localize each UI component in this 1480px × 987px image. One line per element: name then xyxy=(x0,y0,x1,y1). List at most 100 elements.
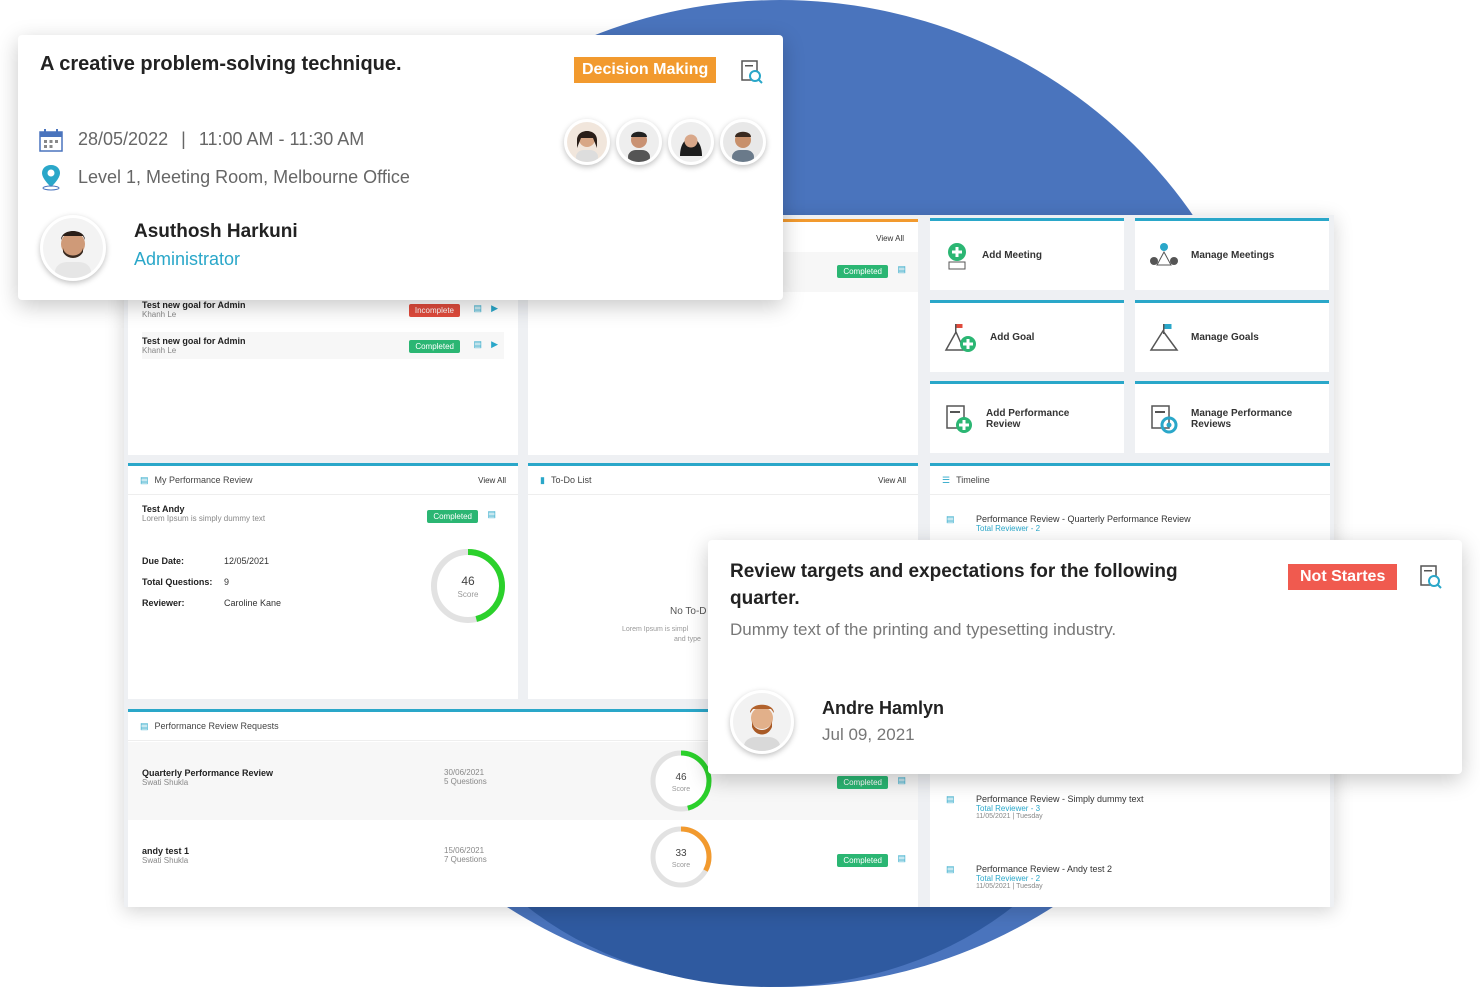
timeline-date: 11/05/2021 | Tuesday xyxy=(976,813,1043,820)
reviewer-label: Reviewer: xyxy=(142,598,185,608)
score-label: Score xyxy=(672,862,690,869)
category-badge: Decision Making xyxy=(574,57,717,83)
my-performance-review-panel: ▤ My Performance Review View All Test An… xyxy=(128,463,518,699)
score-value: 46 xyxy=(461,574,475,588)
status-badge: Incomplete xyxy=(408,304,460,317)
task-date: Jul 09, 2021 xyxy=(822,725,915,744)
review-summary: Test Andy Lorem Ipsum is simply dummy te… xyxy=(142,504,504,523)
attendee-avatars xyxy=(564,119,766,165)
request-name: andy test 1 xyxy=(142,846,190,856)
timeline-item[interactable]: ▤ Performance Review - Quarterly Perform… xyxy=(946,514,1320,533)
request-meta: 15/06/2021 7 Questions xyxy=(444,846,487,864)
add-meeting-icon xyxy=(948,242,966,269)
view-all-link[interactable]: View All xyxy=(478,476,506,485)
review-icon: ▤ xyxy=(946,794,955,804)
timeline-link[interactable]: Total Reviewer - 2 xyxy=(976,874,1320,883)
status-badge: Completed xyxy=(427,510,478,523)
list-icon: ☰ xyxy=(942,474,951,485)
tile-label: Manage Goals xyxy=(1191,332,1259,343)
score-ring: 33 Score xyxy=(650,826,712,888)
task-title: Review targets and expectations for the … xyxy=(730,558,1178,612)
status-badge: Not Startes xyxy=(1288,564,1398,590)
task-title-line: quarter. xyxy=(730,588,800,609)
score-label: Score xyxy=(672,786,690,793)
tile-add-performance-review[interactable]: Add Performance Review xyxy=(930,381,1124,453)
questions-label: Total Questions: xyxy=(142,577,213,587)
tile-label: Add Meeting xyxy=(982,250,1042,261)
timeline-title: Performance Review - Quarterly Performan… xyxy=(976,514,1191,524)
avatar[interactable] xyxy=(564,119,610,165)
meeting-date: 28/05/2022 xyxy=(78,129,169,149)
meeting-time: 11:00 AM - 11:30 AM xyxy=(198,129,365,149)
timeline-item[interactable]: ▤ Performance Review - Simply dummy text… xyxy=(946,794,1320,820)
document-search-icon[interactable]: ▤ xyxy=(473,303,482,314)
status-badge: Completed xyxy=(837,265,888,278)
request-info: Quarterly Performance Review Swati Shukl… xyxy=(142,768,273,787)
assignee-name: Andre Hamlyn xyxy=(822,698,945,718)
document-search-icon[interactable] xyxy=(740,59,764,85)
request-questions: 5 Questions xyxy=(444,777,487,786)
tile-manage-goals[interactable]: Manage Goals xyxy=(1135,300,1329,372)
document-search-icon[interactable]: ▤ xyxy=(487,509,496,520)
document-search-icon[interactable] xyxy=(1419,564,1443,590)
play-icon[interactable]: ▶ xyxy=(491,303,498,314)
request-row[interactable]: andy test 1 Swati Shukla 15/06/2021 7 Qu… xyxy=(128,822,918,900)
score-label: Score xyxy=(458,590,479,599)
view-all-link[interactable]: View All xyxy=(876,234,904,243)
panel-header: ☰ Timeline xyxy=(930,466,1330,495)
document-search-icon[interactable]: ▤ xyxy=(897,853,906,864)
clipboard-icon: ▮ xyxy=(540,474,545,485)
manage-meetings-icon xyxy=(1150,242,1178,265)
assignee-avatar[interactable] xyxy=(730,690,794,754)
request-info: andy test 1 Swati Shukla xyxy=(142,846,189,865)
review-icon: ▤ xyxy=(946,864,955,874)
reviewer-value: Caroline Kane xyxy=(224,598,282,608)
score-value: 46 xyxy=(675,772,687,783)
organizer-name: Asuthosh Harkuni xyxy=(134,221,298,242)
meeting-location: Level 1, Meeting Room, Melbourne Office xyxy=(78,167,410,187)
due-date-value: 12/05/2021 xyxy=(224,556,270,566)
tile-label: Add Goal xyxy=(990,332,1035,343)
score-value: 33 xyxy=(675,848,687,859)
task-card[interactable]: Review targets and expectations for the … xyxy=(708,540,1462,774)
questions-value: 9 xyxy=(224,577,230,587)
timeline-link[interactable]: Total Reviewer - 2 xyxy=(976,524,1320,533)
goal-row[interactable]: Test new goal for Admin Khanh Le Incompl… xyxy=(142,300,504,319)
separator: | xyxy=(181,129,186,149)
organizer-role[interactable]: Administrator xyxy=(134,249,240,270)
tile-add-meeting[interactable]: Add Meeting xyxy=(930,218,1124,290)
organizer-avatar[interactable] xyxy=(40,215,106,281)
document-search-icon[interactable]: ▤ xyxy=(897,264,906,275)
task-title-line: Review targets and expectations for the … xyxy=(730,561,1178,582)
meeting-card[interactable]: A creative problem-solving technique. De… xyxy=(18,35,783,300)
tile-manage-performance-reviews[interactable]: Manage Performance Reviews xyxy=(1135,381,1329,453)
tile-add-goal[interactable]: Add Goal xyxy=(930,300,1124,372)
request-questions: 7 Questions xyxy=(444,855,487,864)
view-all-link[interactable]: View All xyxy=(878,476,906,485)
avatar[interactable] xyxy=(668,119,714,165)
play-icon[interactable]: ▶ xyxy=(491,339,498,350)
tile-manage-meetings[interactable]: Manage Meetings xyxy=(1135,218,1329,290)
request-name: Quarterly Performance Review xyxy=(142,768,274,778)
location-pin-icon xyxy=(42,165,60,191)
add-goal-icon xyxy=(944,323,976,352)
status-badge: Completed xyxy=(837,776,888,789)
tile-label: Manage Performance Reviews xyxy=(1191,407,1293,430)
timeline-item[interactable]: ▤ Performance Review - Andy test 2 Total… xyxy=(946,864,1320,890)
score-ring: 46 Score xyxy=(428,546,508,626)
request-date: 15/06/2021 xyxy=(444,846,485,855)
avatar[interactable] xyxy=(616,119,662,165)
task-description: Dummy text of the printing and typesetti… xyxy=(730,620,1117,639)
manage-goals-icon xyxy=(1149,323,1179,351)
status-badge: Completed xyxy=(409,340,460,353)
request-owner: Swati Shukla xyxy=(142,778,189,787)
document-search-icon[interactable]: ▤ xyxy=(473,339,482,350)
avatar[interactable] xyxy=(720,119,766,165)
status-badge: Completed xyxy=(837,854,888,867)
document-search-icon[interactable]: ▤ xyxy=(897,775,906,786)
goal-row[interactable]: Test new goal for Admin Khanh Le Complet… xyxy=(142,332,504,359)
timeline-date: 11/05/2021 | Tuesday xyxy=(976,883,1043,890)
review-icon: ▤ xyxy=(140,474,149,485)
timeline-title: Performance Review - Andy test 2 xyxy=(976,864,1113,874)
timeline-link[interactable]: Total Reviewer - 3 xyxy=(976,804,1320,813)
